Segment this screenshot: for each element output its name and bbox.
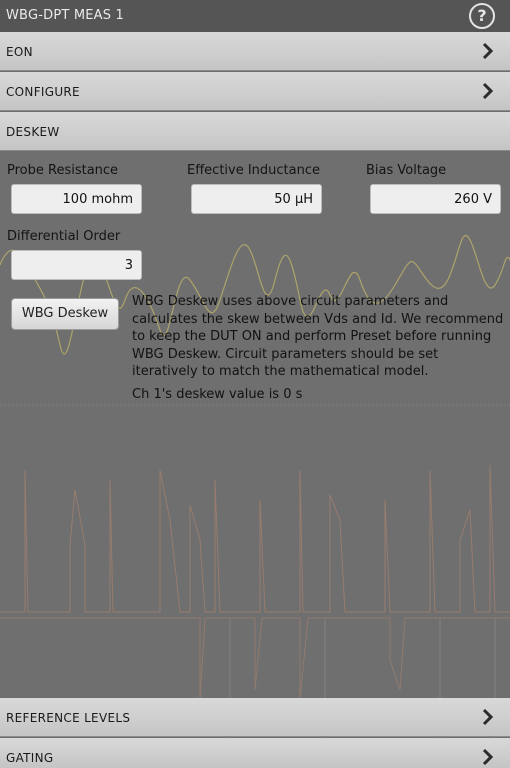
section-eon-label: EON bbox=[6, 45, 33, 59]
section-eon[interactable]: EON bbox=[0, 32, 510, 71]
probe-resistance-label: Probe Resistance bbox=[7, 163, 119, 178]
effective-inductance-label: Effective Inductance bbox=[187, 163, 321, 178]
bias-voltage-input[interactable]: 260 V bbox=[370, 184, 501, 214]
bias-voltage-label: Bias Voltage bbox=[366, 163, 447, 178]
section-configure[interactable]: CONFIGURE bbox=[0, 72, 510, 111]
chevron-right-icon bbox=[482, 42, 494, 60]
gate-waveform bbox=[0, 617, 510, 701]
section-deskew-label: DESKEW bbox=[6, 125, 60, 139]
section-reference-levels[interactable]: REFERENCE LEVELS bbox=[0, 698, 510, 737]
chevron-right-icon bbox=[482, 82, 494, 100]
deskew-status: Ch 1's deskew value is 0 s bbox=[132, 387, 303, 402]
differential-order-input[interactable]: 3 bbox=[11, 250, 142, 280]
window-title: WBG-DPT MEAS 1 bbox=[6, 8, 125, 23]
section-gating-label: GATING bbox=[6, 751, 54, 765]
effective-inductance-input[interactable]: 50 µH bbox=[191, 184, 322, 214]
deskew-description: WBG Deskew uses above circuit parameters… bbox=[132, 294, 504, 379]
differential-order-label: Differential Order bbox=[7, 229, 121, 244]
section-reference-levels-label: REFERENCE LEVELS bbox=[6, 711, 131, 725]
help-circle-icon[interactable]: ? bbox=[469, 3, 495, 29]
chevron-right-icon bbox=[482, 708, 494, 726]
chevron-right-icon bbox=[482, 748, 494, 766]
window-titlebar: WBG-DPT MEAS 1 ? bbox=[0, 0, 510, 32]
wbg-deskew-button[interactable]: WBG Deskew bbox=[11, 298, 119, 330]
section-gating[interactable]: GATING bbox=[0, 738, 510, 768]
current-waveform bbox=[0, 464, 510, 613]
section-configure-label: CONFIGURE bbox=[6, 85, 80, 99]
probe-resistance-input[interactable]: 100 mohm bbox=[11, 184, 142, 214]
section-deskew[interactable]: DESKEW bbox=[0, 112, 510, 151]
